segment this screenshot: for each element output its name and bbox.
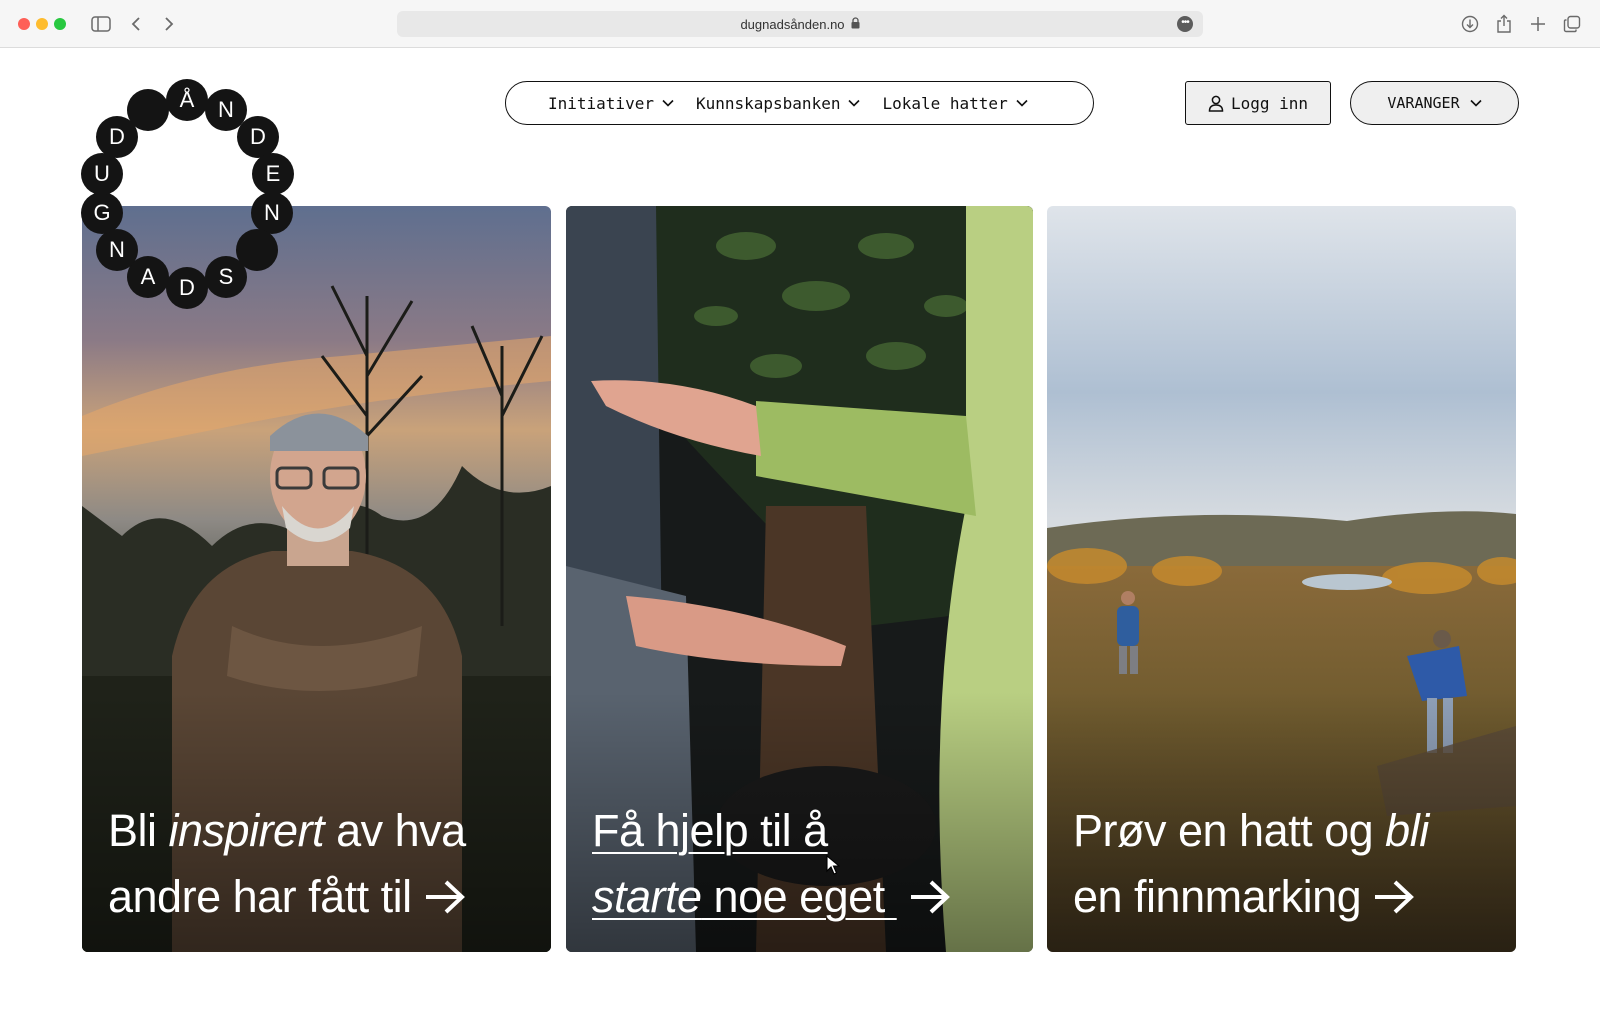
card-text-segment: en finnmarking xyxy=(1073,871,1362,922)
region-label: VARANGER xyxy=(1387,94,1460,112)
sidebar-toggle-icon[interactable] xyxy=(90,12,112,36)
share-icon[interactable] xyxy=(1494,12,1514,36)
nav-item-label: Lokale hatter xyxy=(882,93,1008,113)
close-window-button[interactable] xyxy=(18,18,30,30)
chevron-down-icon xyxy=(1016,99,1028,107)
forward-icon[interactable] xyxy=(161,12,177,36)
nav-item-label: Initiativer xyxy=(548,93,654,113)
logo-letter: U xyxy=(81,153,123,195)
card-text-segment: Prøv en hatt og xyxy=(1073,805,1386,856)
back-icon[interactable] xyxy=(128,12,144,36)
card-text-emphasis: starte xyxy=(592,871,702,922)
card-get-help[interactable]: Få hjelp til å starte noe eget xyxy=(566,206,1033,952)
main-nav: Initiativer Kunnskapsbanken Lokale hatte… xyxy=(505,81,1094,125)
logo-letter: E xyxy=(252,153,294,195)
chevron-down-icon xyxy=(848,99,861,107)
logo-letter: D xyxy=(237,116,279,158)
site-logo[interactable]: Å N D E N S D A N G U D xyxy=(78,79,296,315)
arrow-right-icon xyxy=(1375,880,1415,914)
user-icon xyxy=(1208,95,1224,112)
mouse-cursor-icon xyxy=(826,855,840,875)
zoom-window-button[interactable] xyxy=(54,18,66,30)
login-button[interactable]: Logg inn xyxy=(1185,81,1331,125)
logo-letter xyxy=(127,89,169,131)
card-text-segment: Bli xyxy=(108,805,169,856)
download-icon[interactable] xyxy=(1460,12,1480,36)
card-heading: Prøv en hatt og bli en finnmarking xyxy=(1073,798,1429,930)
card-text-emphasis: bli xyxy=(1385,805,1429,856)
chevron-down-icon xyxy=(1470,99,1482,107)
logo-letter: N xyxy=(251,192,293,234)
card-text-segment: noe eget xyxy=(701,871,897,922)
logo-letter: S xyxy=(205,256,247,298)
url-text: dugnadsånden.no xyxy=(740,16,845,32)
login-label: Logg inn xyxy=(1230,93,1309,113)
browser-toolbar: dugnadsånden.no ••• xyxy=(0,0,1600,48)
address-bar[interactable]: dugnadsånden.no ••• xyxy=(397,11,1203,37)
logo-letter: N xyxy=(96,229,138,271)
minimize-window-button[interactable] xyxy=(36,18,48,30)
card-text-emphasis: inspirert xyxy=(168,805,325,856)
card-heading: Få hjelp til å starte noe eget xyxy=(592,798,951,930)
arrow-right-icon xyxy=(425,880,465,914)
tab-overview-icon[interactable] xyxy=(1562,12,1582,36)
card-text-segment: av hva xyxy=(324,805,466,856)
card-text-segment: Få hjelp til å xyxy=(592,805,828,856)
card-try-hat[interactable]: Prøv en hatt og bli en finnmarking xyxy=(1047,206,1516,952)
region-selector[interactable]: VARANGER xyxy=(1350,81,1519,125)
arrow-right-icon xyxy=(910,880,950,914)
nav-item-lokale-hatter[interactable]: Lokale hatter xyxy=(882,93,1028,113)
card-inspiration[interactable]: Bli inspirert av hva andre har fått til xyxy=(82,206,551,952)
nav-item-label: Kunnskapsbanken xyxy=(695,93,841,113)
nav-item-kunnskapsbanken[interactable]: Kunnskapsbanken xyxy=(696,94,861,113)
new-tab-icon[interactable] xyxy=(1528,12,1548,36)
chevron-down-icon xyxy=(662,99,674,107)
card-heading: Bli inspirert av hva andre har fått til xyxy=(108,798,466,930)
card-text-segment: andre har fått til xyxy=(108,871,412,922)
logo-letter: D xyxy=(166,267,208,309)
nav-item-initiativer[interactable]: Initiativer xyxy=(548,94,674,113)
logo-letter: G xyxy=(81,192,123,234)
page-menu-icon[interactable]: ••• xyxy=(1177,16,1193,32)
logo-letter: Å xyxy=(166,79,208,121)
page: Bli inspirert av hva andre har fått til … xyxy=(0,49,1600,1034)
lock-icon xyxy=(851,16,860,32)
